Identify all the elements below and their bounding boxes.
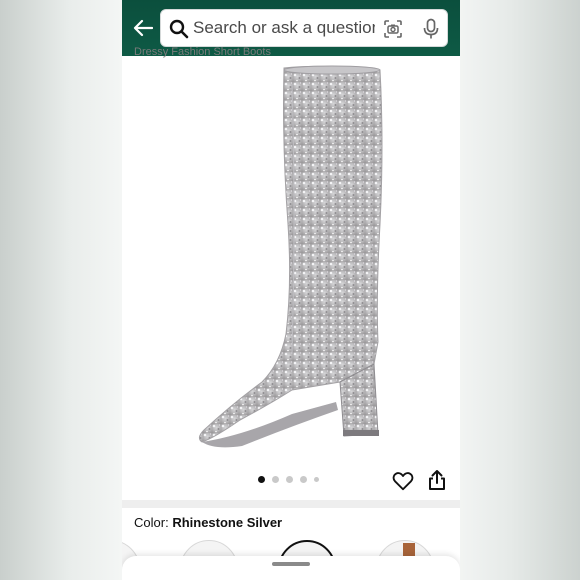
product-image[interactable]	[122, 64, 460, 456]
search-bar[interactable]	[160, 9, 448, 47]
share-icon[interactable]	[428, 469, 446, 491]
selected-color-value: Rhinestone Silver	[172, 515, 283, 530]
bottom-sheet[interactable]	[122, 556, 460, 580]
color-label: Color:	[134, 515, 169, 530]
drag-handle[interactable]	[272, 562, 310, 566]
phone-screen: Dressy Fashion Short Boots	[122, 0, 460, 580]
carousel-dot[interactable]	[272, 476, 279, 483]
microphone-icon[interactable]	[421, 18, 441, 40]
color-variation-row: Color: Rhinestone Silver	[134, 515, 282, 530]
carousel-dot[interactable]	[314, 477, 319, 482]
search-input[interactable]	[193, 10, 375, 46]
carousel-dot[interactable]	[300, 476, 307, 483]
section-divider	[122, 500, 460, 508]
image-carousel-indicator	[258, 476, 319, 483]
back-button[interactable]	[130, 14, 156, 42]
product-subtitle: Dressy Fashion Short Boots	[134, 46, 271, 58]
carousel-dot[interactable]	[258, 476, 265, 483]
arrow-left-icon	[133, 19, 153, 37]
heart-icon[interactable]	[392, 470, 414, 492]
camera-scan-icon[interactable]	[383, 19, 403, 39]
boot-image	[198, 65, 383, 448]
carousel-dot[interactable]	[286, 476, 293, 483]
search-icon	[169, 19, 189, 39]
